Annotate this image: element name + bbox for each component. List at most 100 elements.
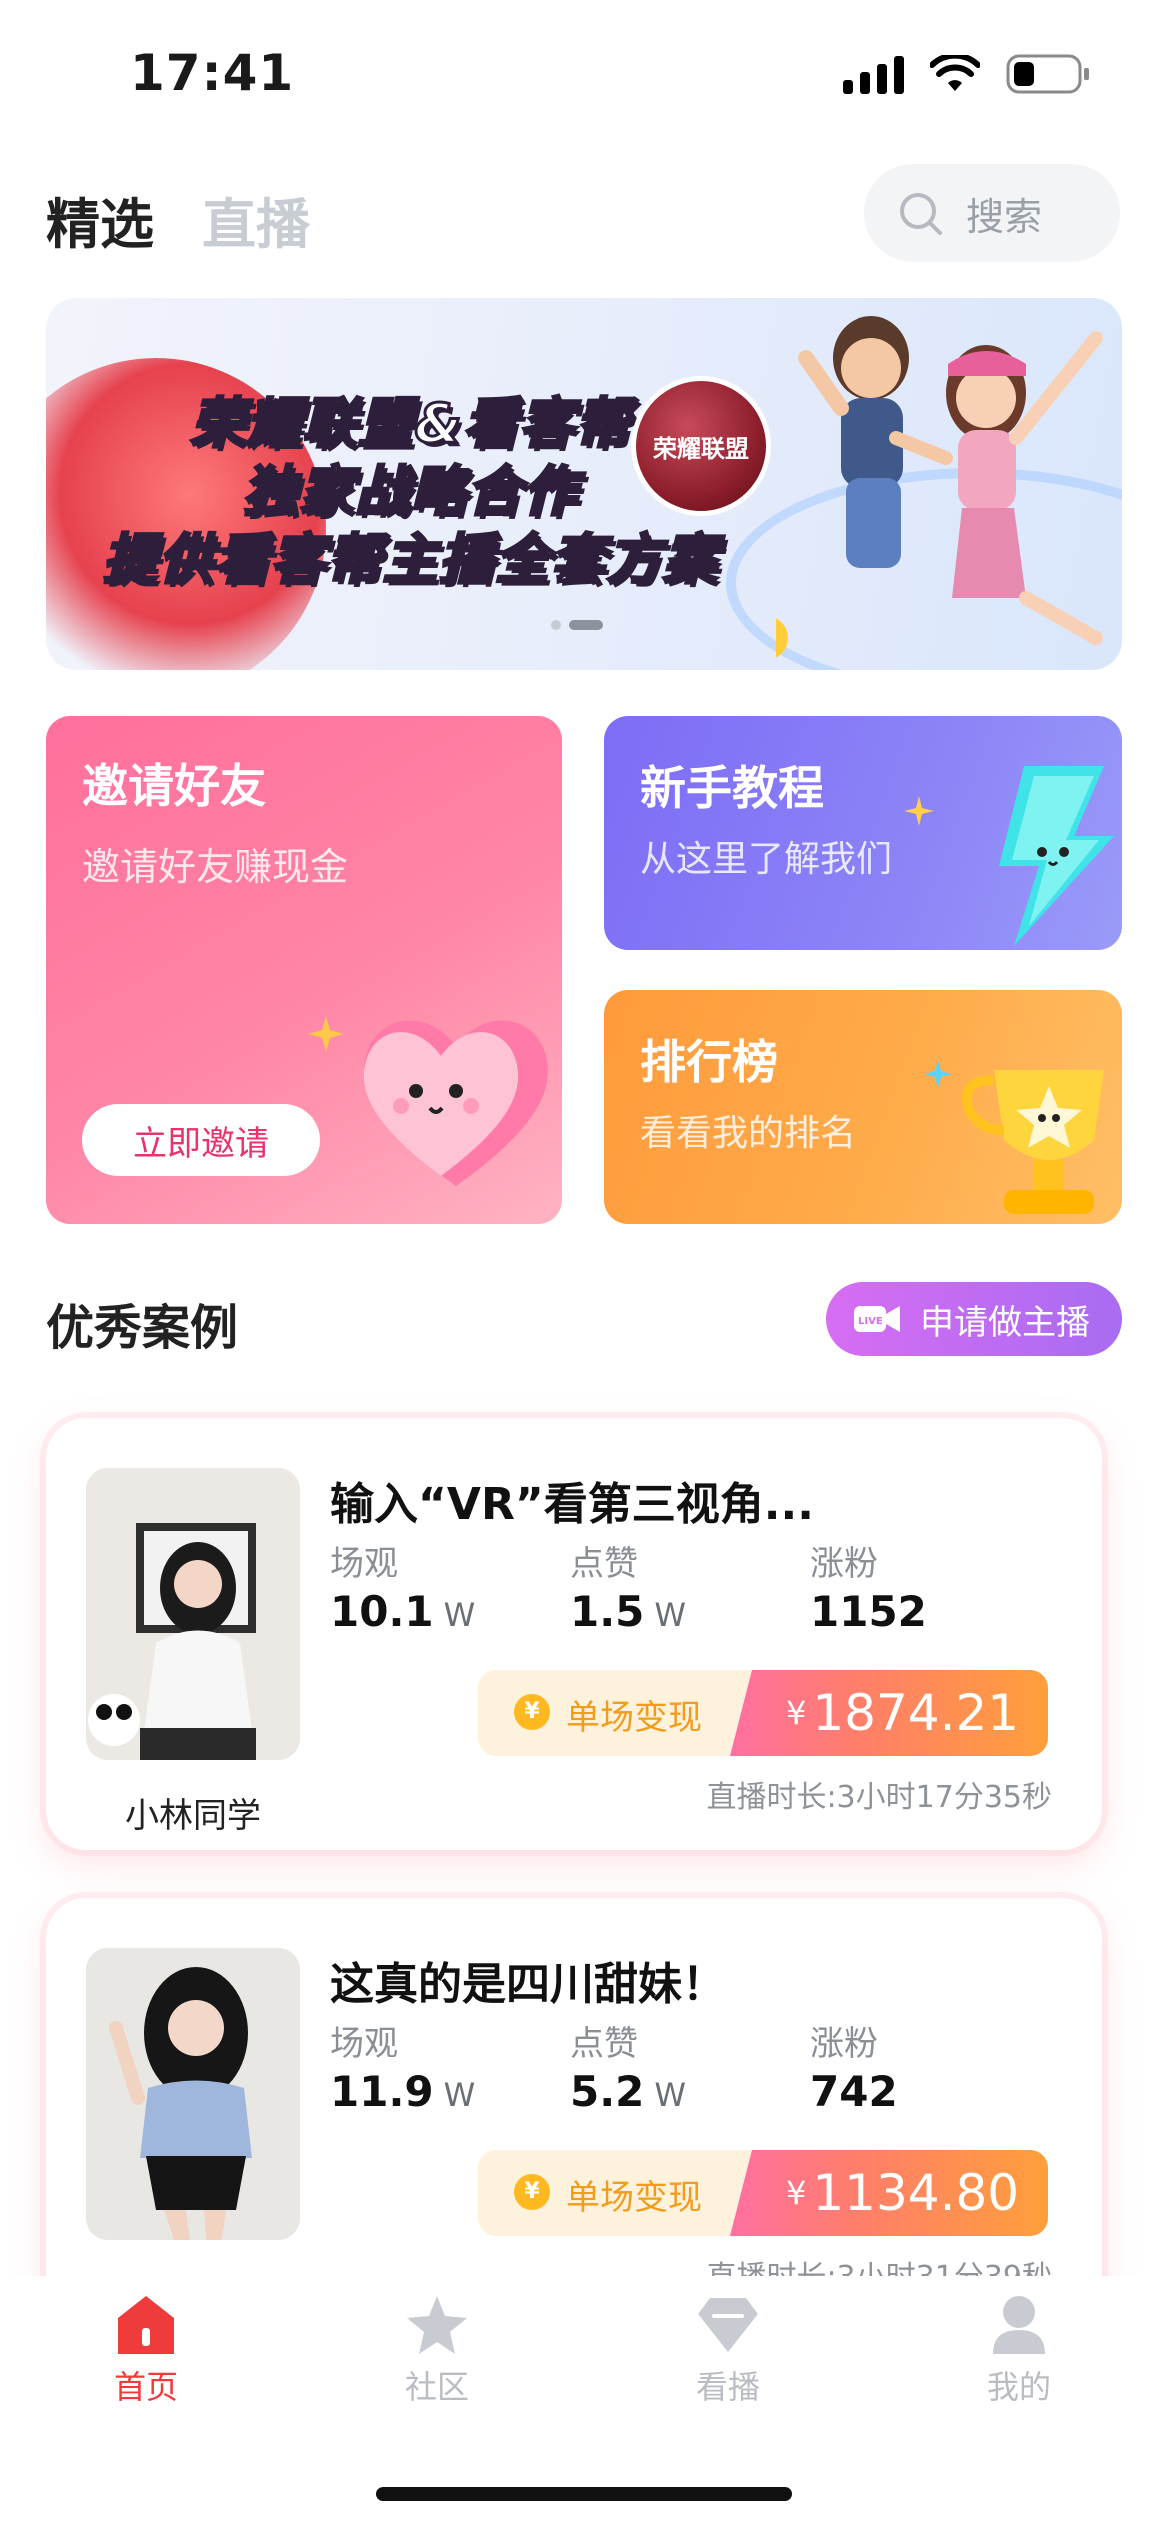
apply-streamer-button[interactable]: LIVE 申请做主播 — [826, 1282, 1122, 1356]
streamer-name: 小林同学 — [125, 1796, 261, 1836]
banner-dot-2[interactable] — [569, 620, 603, 630]
stat-followers: 涨粉 1152 — [810, 1536, 927, 1636]
top-header: 精选 直播 搜索 — [0, 160, 1170, 270]
home-indicator[interactable] — [376, 2487, 792, 2501]
apply-streamer-label: 申请做主播 — [920, 1302, 1090, 1343]
search-box[interactable]: 搜索 — [864, 164, 1120, 262]
search-label: 搜索 — [966, 194, 1043, 239]
invite-card-title: 邀请好友 — [82, 759, 266, 813]
nav-home[interactable]: 首页 — [66, 2294, 226, 2408]
tutorial-card-title: 新手教程 — [640, 761, 824, 815]
stat-followers-value: 1152 — [810, 1587, 927, 1636]
stat-likes-label: 点赞 — [570, 2024, 638, 2064]
nav-profile[interactable]: 我的 — [939, 2294, 1099, 2408]
stat-followers-label: 涨粉 — [810, 1544, 878, 1584]
stat-views-label: 场观 — [330, 2024, 398, 2064]
lightning-mascot-icon — [999, 766, 1114, 946]
stat-views-value: 10.1 — [330, 1587, 434, 1636]
status-time: 17:41 — [130, 44, 295, 102]
tab-live[interactable]: 直播 — [202, 180, 310, 259]
invite-now-button[interactable]: 立即邀请 — [82, 1104, 320, 1176]
banner-pagination — [551, 620, 603, 630]
battery-icon — [1006, 54, 1090, 94]
nav-profile-label: 我的 — [986, 2368, 1051, 2406]
tutorial-card-subtitle: 从这里了解我们 — [640, 839, 893, 880]
stat-likes-value: 1.5 — [570, 1587, 645, 1636]
stat-likes: 点赞 5.2 W — [570, 2016, 686, 2116]
coin-icon: ¥ — [514, 2174, 550, 2210]
currency-symbol: ¥ — [786, 1694, 807, 1732]
live-duration: 直播时长:3小时17分35秒 — [706, 1780, 1052, 1815]
stat-followers-label: 涨粉 — [810, 2024, 878, 2064]
stat-likes-unit: W — [654, 1596, 687, 1634]
tab-featured[interactable]: 精选 — [46, 180, 154, 259]
sparkle-icon — [308, 1016, 344, 1052]
invite-card-subtitle: 邀请好友赚现金 — [82, 845, 349, 889]
banner-line-3: 提供看客帮主播全套方案 — [102, 527, 719, 593]
stat-likes: 点赞 1.5 W — [570, 1536, 686, 1636]
stat-views: 场观 11.9 W — [330, 2016, 475, 2116]
leaderboard-card-subtitle: 看看我的排名 — [640, 1113, 857, 1154]
alliance-seal-logo: 荣耀联盟 — [631, 376, 771, 516]
stat-likes-value: 5.2 — [570, 2067, 645, 2116]
stat-likes-label: 点赞 — [570, 1544, 638, 1584]
heart-mascot-icon — [363, 1020, 548, 1186]
tutorial-card[interactable]: 新手教程 从这里了解我们 — [604, 716, 1122, 950]
earnings-pill: ¥ 单场变现 ¥ 1134.80 — [478, 2150, 1048, 2236]
nav-home-label: 首页 — [113, 2368, 178, 2406]
live-camera-icon: LIVE — [854, 1306, 900, 1332]
nav-watch[interactable]: 看播 — [648, 2294, 808, 2408]
home-icon — [118, 2296, 174, 2354]
cellular-signal-icon — [843, 54, 904, 94]
nav-community-label: 社区 — [404, 2368, 469, 2406]
banner-characters-illustration — [776, 316, 1103, 658]
promo-banner[interactable]: 荣耀联盟&看客帮 独家战略合作 提供看客帮主播全套方案 荣耀联盟 — [46, 298, 1122, 670]
earnings-label: 单场变现 — [566, 2178, 702, 2218]
streamer-photo-illustration — [86, 1948, 300, 2240]
status-bar: 17:41 — [0, 0, 1170, 150]
star-icon — [407, 2296, 467, 2354]
streamer-thumbnail[interactable] — [86, 1468, 300, 1760]
earnings-amount: 1874.21 — [812, 1684, 1020, 1742]
leaderboard-card[interactable]: 排行榜 看看我的排名 — [604, 990, 1122, 1224]
currency-symbol: ¥ — [786, 2174, 807, 2212]
trophy-mascot-icon — [961, 1070, 1104, 1214]
stat-views-value-row: 10.1 W — [330, 1587, 475, 1636]
wifi-icon — [930, 55, 980, 93]
earnings-label: 单场变现 — [566, 1698, 702, 1738]
stat-likes-value-row: 1.5 W — [570, 1587, 686, 1636]
coin-icon: ¥ — [514, 1694, 550, 1730]
leaderboard-card-title: 排行榜 — [640, 1035, 778, 1089]
invite-friends-card[interactable]: 邀请好友 邀请好友赚现金 立即邀请 — [46, 716, 562, 1224]
case-title: 这真的是四川甜妹！ — [330, 1959, 726, 2010]
seal-text: 荣耀联盟 — [653, 435, 749, 463]
stat-views-label: 场观 — [330, 1544, 398, 1584]
nav-watch-label: 看播 — [695, 2368, 760, 2406]
stat-views-unit: W — [443, 1596, 476, 1634]
stat-likes-unit: W — [654, 2076, 687, 2114]
search-icon — [900, 193, 942, 235]
sparkle-icon — [924, 1060, 952, 1088]
earnings-amount: 1134.80 — [812, 2164, 1020, 2222]
stat-followers: 涨粉 742 — [810, 2016, 898, 2116]
banner-dot-1[interactable] — [551, 620, 561, 630]
user-icon — [993, 2296, 1045, 2354]
diamond-icon — [698, 2298, 758, 2352]
earnings-amount-box: ¥ 1874.21 — [730, 1670, 1048, 1756]
stat-views-unit: W — [443, 2076, 476, 2114]
nav-community[interactable]: 社区 — [357, 2294, 517, 2408]
stat-likes-value-row: 5.2 W — [570, 2067, 686, 2116]
app-screen: 17:41 精选 直播 搜索 荣耀联盟&看客帮 独家战略合作 提供看客帮主播全套… — [0, 0, 1170, 2532]
sparkle-icon — [904, 796, 934, 826]
svg-text:LIVE: LIVE — [858, 1316, 883, 1327]
streamer-thumbnail[interactable] — [86, 1948, 300, 2240]
stat-views-value: 11.9 — [330, 2067, 434, 2116]
stat-views: 场观 10.1 W — [330, 1536, 475, 1636]
status-icons — [843, 54, 1090, 94]
section-title: 优秀案例 — [46, 1300, 239, 1356]
earnings-amount-box: ¥ 1134.80 — [730, 2150, 1048, 2236]
case-card[interactable]: 这真的是四川甜妹！ 场观 11.9 W 点赞 5.2 W 涨粉 742 ¥ 单场变现… — [46, 1898, 1102, 2330]
streamer-photo-illustration — [86, 1468, 300, 1760]
case-title: 输入“VR”看第三视角... — [330, 1479, 814, 1530]
case-card[interactable]: 小林同学 输入“VR”看第三视角... 场观 10.1 W 点赞 1.5 W 涨粉 … — [46, 1418, 1102, 1850]
